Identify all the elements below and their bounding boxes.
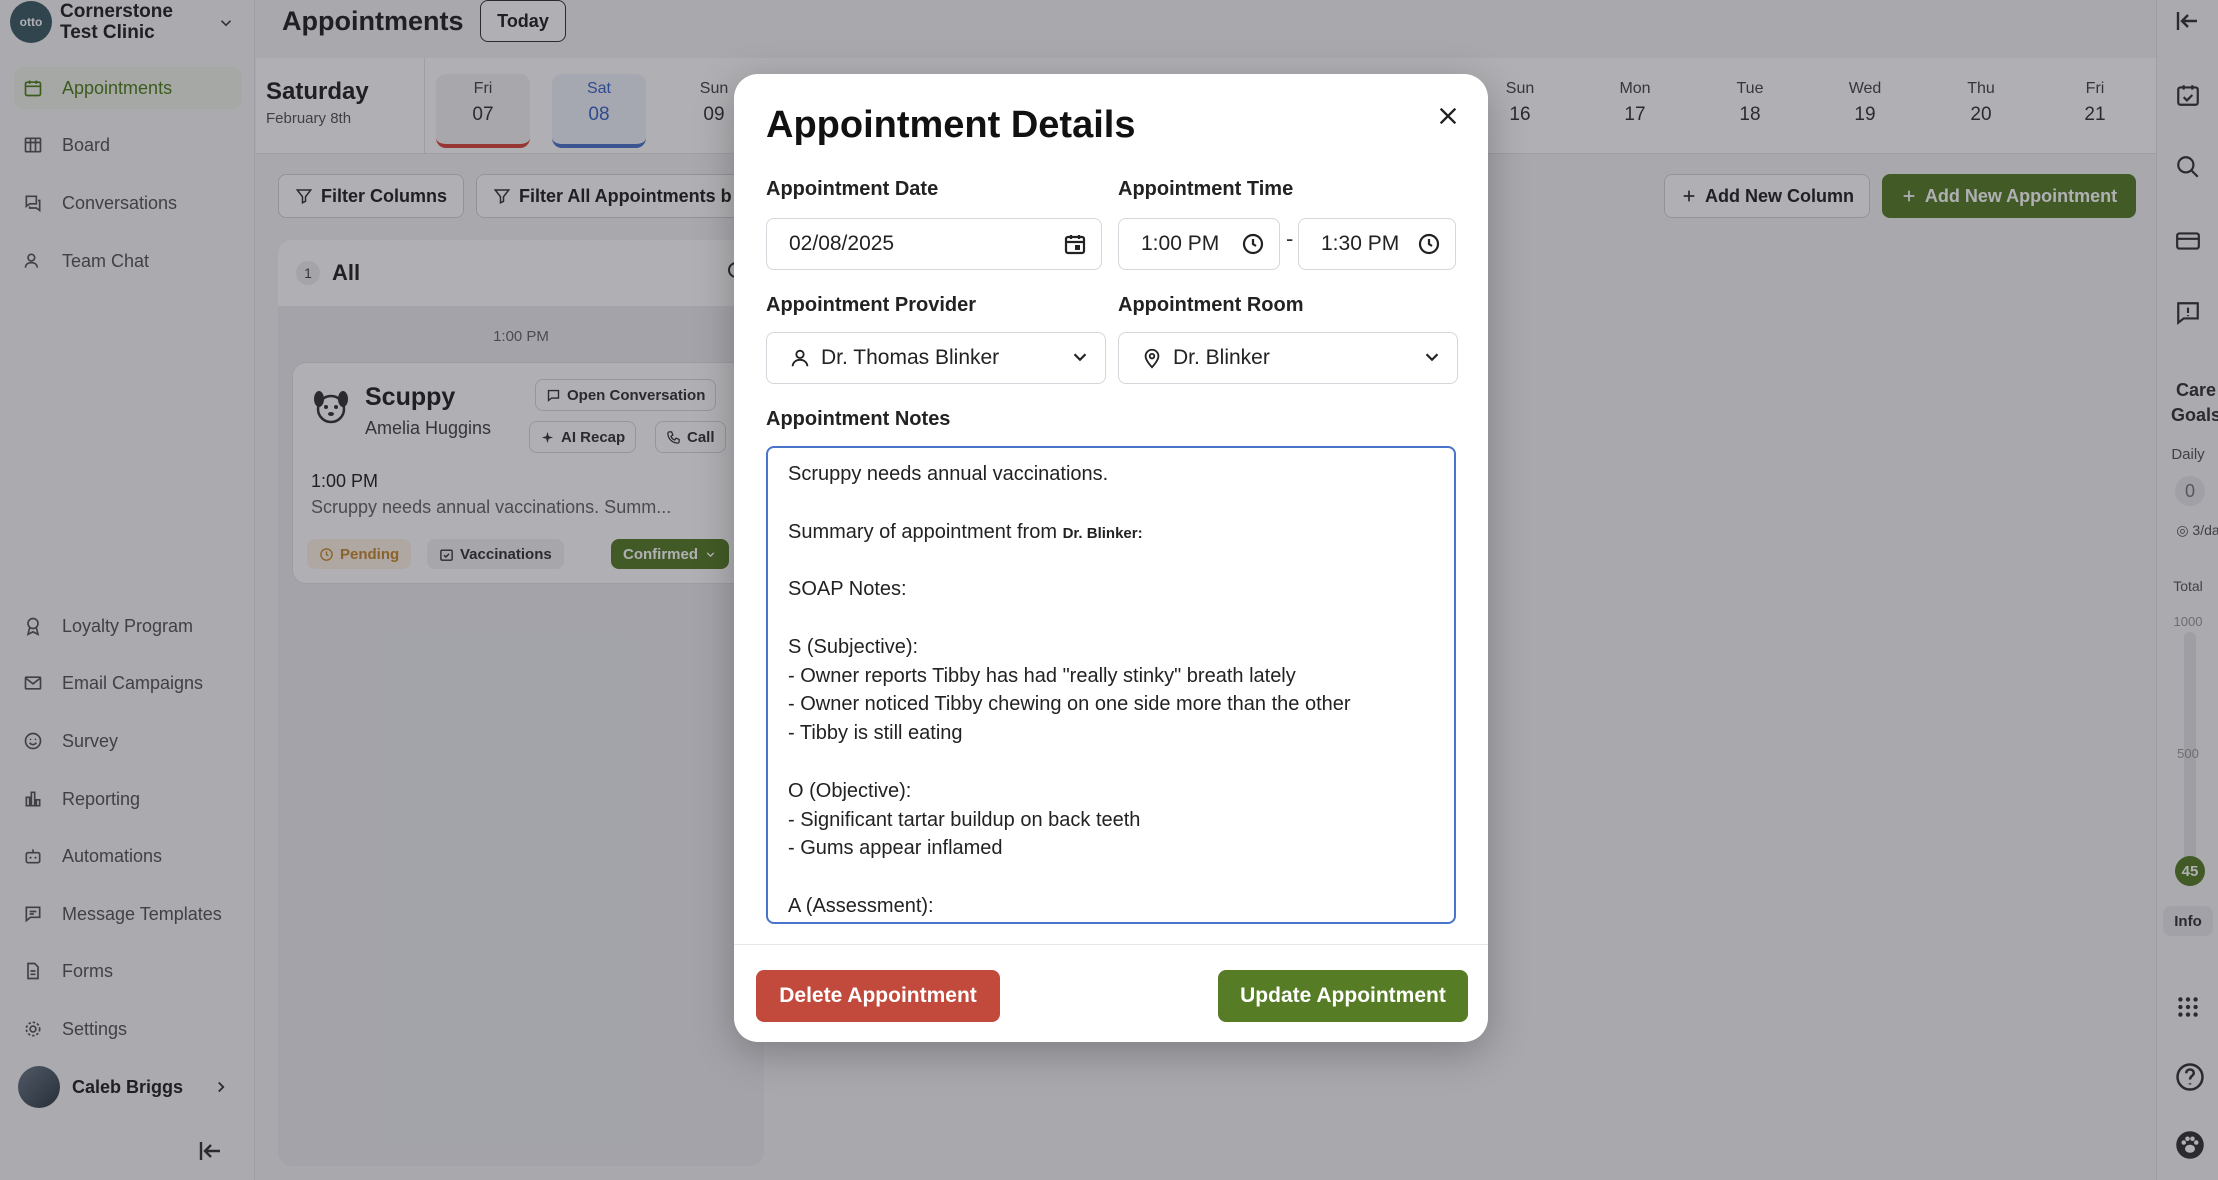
delete-appointment-button[interactable]: Delete Appointment bbox=[756, 970, 1000, 1022]
update-appointment-button[interactable]: Update Appointment bbox=[1218, 970, 1468, 1022]
appointment-notes-label: Appointment Notes bbox=[766, 408, 951, 430]
appointment-details-modal: Appointment Details Appointment Date 02/… bbox=[734, 74, 1488, 1042]
user-icon bbox=[789, 347, 811, 369]
location-pin-icon bbox=[1141, 347, 1163, 369]
appointment-notes-textarea[interactable]: Scruppy needs annual vaccinations. Summa… bbox=[766, 446, 1456, 924]
appointment-date-field[interactable]: 02/08/2025 bbox=[766, 218, 1102, 270]
room-select[interactable]: Dr. Blinker bbox=[1118, 332, 1458, 384]
modal-title: Appointment Details bbox=[766, 104, 1136, 146]
calendar-icon[interactable] bbox=[1063, 232, 1087, 256]
modal-footer-divider bbox=[734, 944, 1488, 945]
clock-icon[interactable] bbox=[1241, 232, 1265, 256]
end-time-field[interactable]: 1:30 PM bbox=[1298, 218, 1456, 270]
chevron-down-icon bbox=[1069, 346, 1091, 368]
appointment-room-label: Appointment Room bbox=[1118, 294, 1304, 316]
provider-select[interactable]: Dr. Thomas Blinker bbox=[766, 332, 1106, 384]
appointment-provider-label: Appointment Provider bbox=[766, 294, 977, 316]
close-icon[interactable] bbox=[1430, 98, 1466, 134]
appointment-time-label: Appointment Time bbox=[1118, 178, 1294, 200]
start-time-field[interactable]: 1:00 PM bbox=[1118, 218, 1280, 270]
clock-icon[interactable] bbox=[1417, 232, 1441, 256]
chevron-down-icon bbox=[1421, 346, 1443, 368]
time-separator: - bbox=[1286, 226, 1294, 251]
appointment-date-label: Appointment Date bbox=[766, 178, 939, 200]
